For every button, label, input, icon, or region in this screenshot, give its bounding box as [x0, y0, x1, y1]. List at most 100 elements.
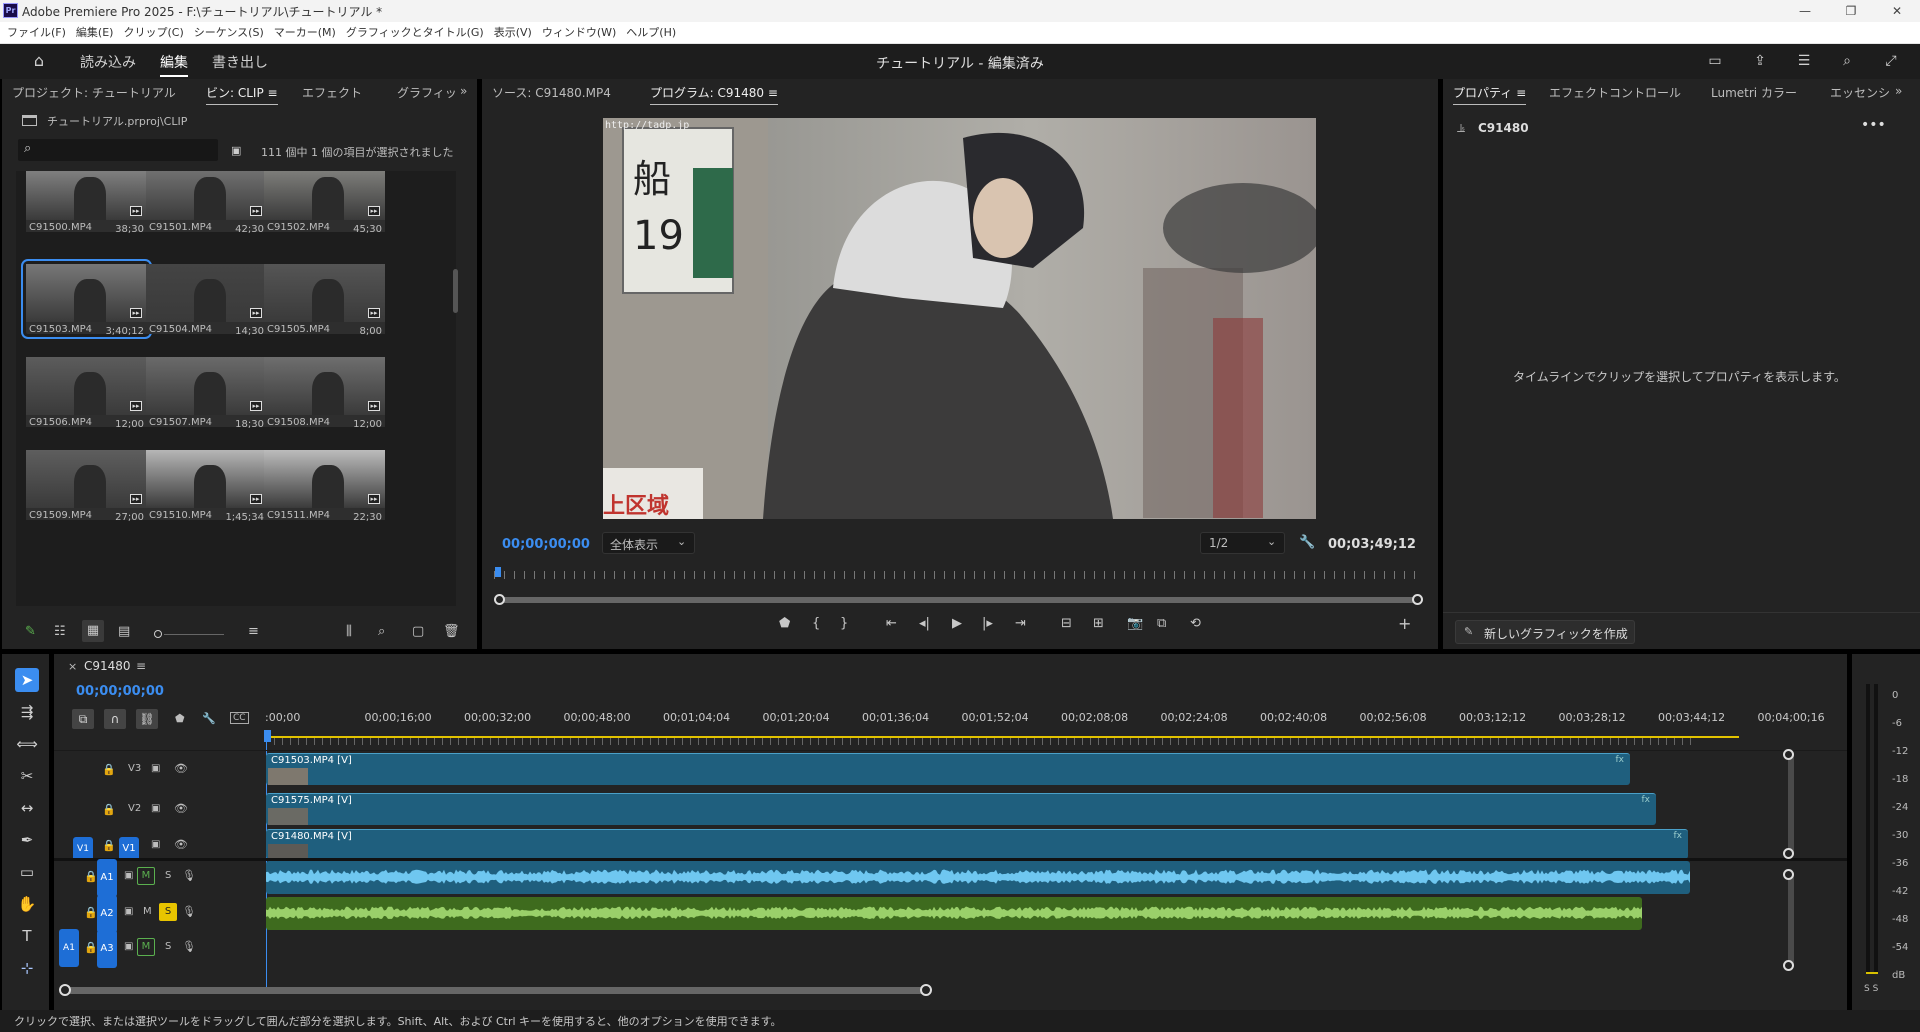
video-frame[interactable]: http://tadp.jp 船 19 上区域 [603, 118, 1316, 519]
eye-icon[interactable]: 👁 [174, 838, 188, 851]
video-scroll-top-handle[interactable] [1783, 749, 1794, 760]
nav-export[interactable]: 書き出し [212, 52, 268, 72]
mute-button[interactable]: M [137, 867, 155, 885]
pencil-icon[interactable]: ✎ [25, 624, 36, 639]
clip-thumbnail[interactable]: ▸▸ C91507.MP4 18;30 [146, 357, 267, 430]
menu-edit[interactable]: 編集(E) [76, 22, 114, 44]
button-editor-icon[interactable]: + [1398, 614, 1411, 633]
microphone-icon[interactable]: 🎙 [182, 905, 196, 918]
menu-graphics[interactable]: グラフィックとタイトル(G) [346, 22, 484, 44]
zoom-slider-handle[interactable] [154, 630, 162, 638]
close-icon[interactable]: ✕ [1874, 0, 1920, 22]
sync-lock-icon[interactable]: ▣ [124, 941, 133, 952]
timeline-zoom-bar[interactable] [64, 987, 928, 994]
go-to-in-icon[interactable]: ⇤ [886, 616, 897, 631]
clip-thumbnail[interactable]: ▸▸ C91504.MP4 14;30 [146, 264, 267, 337]
hand-tool-icon[interactable]: ✋ [15, 892, 39, 916]
list-view-icon[interactable]: ☷ [54, 624, 66, 639]
audio-scrollbar[interactable] [1788, 872, 1794, 968]
menu-marker[interactable]: マーカー(M) [274, 22, 336, 44]
clip-thumbnail[interactable]: ▸▸ C91503.MP4 3;40;12 [21, 259, 152, 339]
menu-window[interactable]: ウィンドウ(W) [542, 22, 616, 44]
menu-clip[interactable]: クリップ(C) [123, 22, 183, 44]
clip-thumbnail[interactable]: ▸▸ C91511.MP4 22;30 [264, 450, 385, 523]
monitor-zoom-bar[interactable] [496, 597, 1420, 603]
tab-program[interactable]: プログラム: C91480 ≡ [650, 84, 778, 105]
lock-icon[interactable]: 🔒 [84, 941, 98, 954]
comparison-view-icon[interactable]: ⧉ [1157, 616, 1166, 631]
menu-file[interactable]: ファイル(F) [7, 22, 66, 44]
selection-tool-icon[interactable]: ➤ [15, 668, 39, 692]
lock-icon[interactable]: 🔒 [84, 870, 98, 883]
razor-tool-icon[interactable]: ✂ [15, 764, 39, 788]
sync-lock-icon[interactable]: ▣ [151, 763, 160, 774]
extract-icon[interactable]: ⊞ [1093, 616, 1104, 631]
find-icon[interactable]: ⌕ [378, 624, 385, 639]
microphone-icon[interactable]: 🎙 [182, 940, 196, 953]
zoom-bar-left-handle[interactable] [494, 594, 505, 605]
audio-scroll-bottom-handle[interactable] [1783, 960, 1794, 971]
menu-help[interactable]: ヘルプ(H) [626, 22, 676, 44]
grid-scrollbar[interactable] [453, 269, 458, 313]
video-clip-v3[interactable]: C91503.MP4 [V] fx [266, 753, 1630, 785]
lift-icon[interactable]: ⊟ [1061, 616, 1072, 631]
clip-thumbnail[interactable]: ▸▸ C91502.MP4 45;30 [264, 171, 385, 235]
track-target-v2[interactable]: V2 [128, 803, 141, 814]
sync-lock-icon[interactable]: ▣ [124, 906, 133, 917]
quick-export-icon[interactable]: ☰ [1795, 53, 1813, 69]
clip-thumbnail[interactable]: ▸▸ C91509.MP4 27;00 [26, 450, 147, 523]
source-patch-a1[interactable]: A1 [59, 929, 79, 967]
sync-lock-icon[interactable]: ▣ [151, 839, 160, 850]
track-target-a1[interactable]: A1 [97, 859, 117, 897]
clip-thumbnail[interactable]: ▸▸ C91505.MP4 8;00 [264, 264, 385, 337]
audio-clip-a2[interactable] [266, 897, 1642, 930]
timeline-zoom-right-handle[interactable] [920, 984, 932, 996]
clip-thumbnail[interactable]: ▸▸ C91510.MP4 1;45;34 [146, 450, 267, 523]
solo-button[interactable]: S [159, 903, 177, 921]
mute-button[interactable]: M [137, 938, 155, 956]
step-forward-icon[interactable]: |▸ [982, 616, 993, 631]
zoom-select[interactable]: 全体表示 ⌄ [602, 532, 695, 554]
step-back-icon[interactable]: ◂| [919, 616, 930, 631]
wrench-icon[interactable]: 🔧 [1299, 535, 1315, 550]
track-target-v3[interactable]: V3 [128, 763, 141, 774]
clip-thumbnail[interactable]: ▸▸ C91501.MP4 42;30 [146, 171, 267, 235]
fullscreen-icon[interactable]: ⤢ [1882, 53, 1900, 69]
sync-lock-icon[interactable]: ▣ [124, 870, 133, 881]
video-scroll-bottom-handle[interactable] [1783, 848, 1794, 859]
add-marker-icon[interactable]: ⬟ [779, 616, 790, 631]
resolution-select[interactable]: 1/2 ⌄ [1200, 532, 1285, 554]
solo-buttons[interactable]: S S [1864, 984, 1878, 994]
tab-project[interactable]: プロジェクト: チュートリアル [12, 84, 176, 101]
export-frame-icon[interactable]: 📷 [1127, 616, 1143, 631]
monitor-playhead[interactable] [495, 567, 501, 577]
lock-icon[interactable]: 🔒 [102, 763, 116, 776]
freeform-view-icon[interactable]: ▤ [118, 624, 130, 639]
go-to-out-icon[interactable]: ⇥ [1015, 616, 1026, 631]
time-ruler[interactable]: :00;00 00;00;16;00 00;00;32;00 00;00;48;00 0… [54, 654, 1847, 744]
share-icon[interactable]: ⇪ [1751, 53, 1769, 69]
maximize-icon[interactable]: ❐ [1828, 0, 1874, 22]
sync-lock-icon[interactable]: ▣ [151, 803, 160, 814]
pen-tool-icon[interactable]: ✒ [15, 828, 39, 852]
tab-effect-controls[interactable]: エフェクトコントロール [1549, 84, 1681, 101]
panel-overflow-icon[interactable]: » [460, 84, 467, 98]
search-input[interactable]: ⌕ [18, 139, 218, 161]
rectangle-tool-icon[interactable]: ▭ [15, 860, 39, 884]
video-clip-v2[interactable]: C91575.MP4 [V] fx [266, 793, 1656, 825]
work-area-bar[interactable] [267, 736, 1739, 738]
video-clip-v1[interactable]: C91480.MP4 [V] fx [266, 829, 1688, 861]
monitor-ruler[interactable] [494, 571, 1424, 579]
new-bin-icon[interactable]: ▣ [231, 144, 241, 157]
lock-icon[interactable]: 🔒 [102, 803, 116, 816]
audio-clip-a1[interactable] [266, 861, 1690, 894]
slip-tool-icon[interactable]: ↔ [15, 796, 39, 820]
zoom-bar-right-handle[interactable] [1412, 594, 1423, 605]
solo-button[interactable]: S [165, 870, 171, 881]
icon-view-icon[interactable]: ▦ [82, 620, 104, 642]
auto-reframe-tool-icon[interactable]: ⊹ [15, 956, 39, 980]
tab-effects[interactable]: エフェクト [302, 84, 362, 101]
automate-sequence-icon[interactable]: ⫼ [346, 624, 352, 639]
more-options-icon[interactable]: ••• [1861, 117, 1886, 133]
menu-sequence[interactable]: シーケンス(S) [194, 22, 264, 44]
